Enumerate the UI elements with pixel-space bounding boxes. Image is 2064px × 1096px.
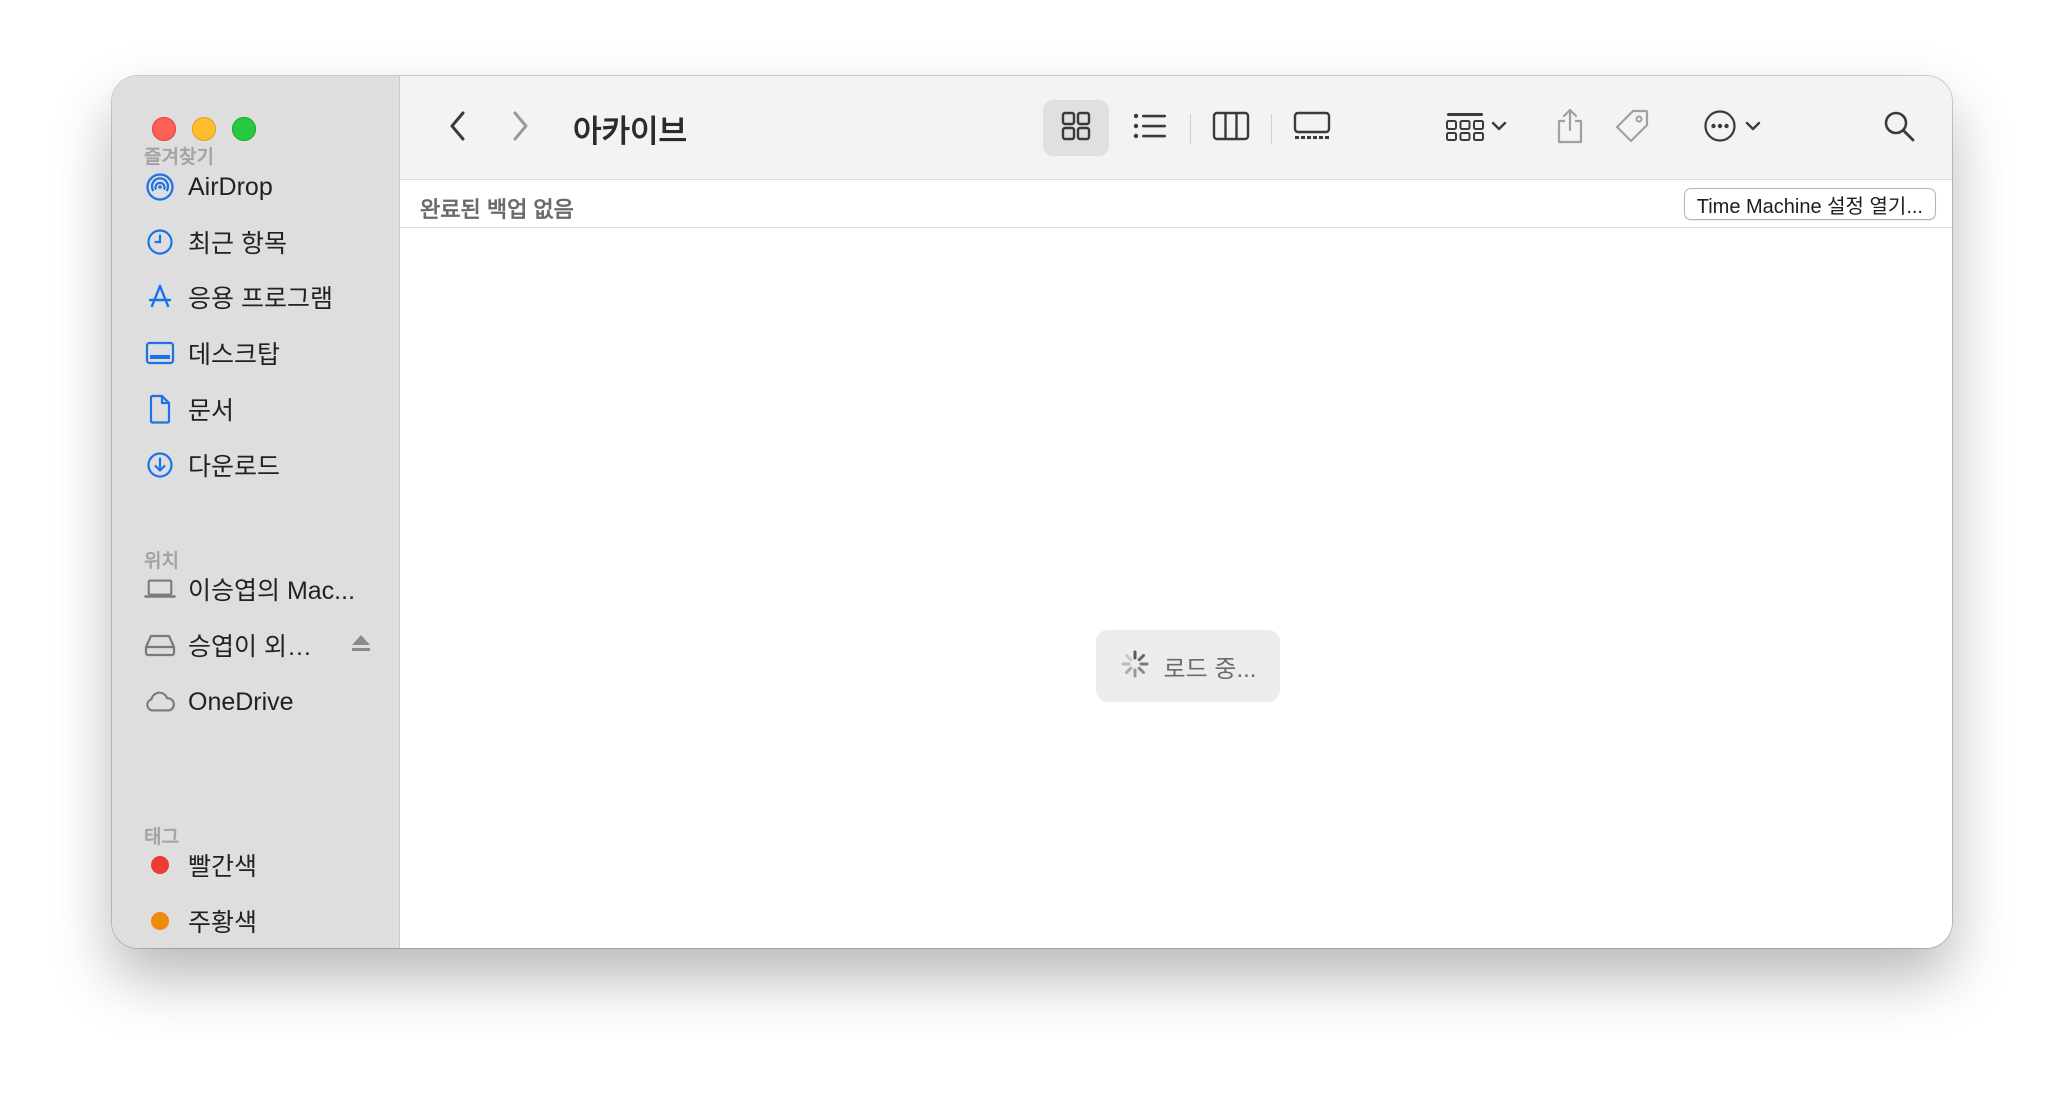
loading-indicator: 로드 중... [1096,630,1280,702]
forward-button[interactable] [500,100,540,156]
sidebar-item-recents[interactable]: 최근 항목 [144,222,384,262]
sidebar-item-onedrive[interactable]: OneDrive [144,682,384,722]
tag-orange-dot [144,905,176,937]
sidebar-item-label: OneDrive [188,687,294,716]
gallery-view-button[interactable] [1279,100,1345,156]
column-view-button[interactable] [1198,100,1264,156]
grid-icon [1060,110,1092,147]
icon-view-button[interactable] [1043,100,1109,156]
file-content-area[interactable]: 로드 중... [400,228,1952,948]
sidebar-item-label: 승엽이 외… [188,633,312,661]
eject-icon[interactable] [350,633,372,658]
sidebar-item-label: 문서 [188,397,235,425]
group-by-button[interactable] [1434,100,1518,156]
list-view-button[interactable] [1117,100,1183,156]
chevron-right-icon [509,109,531,148]
search-icon [1882,109,1916,148]
tag-icon [1614,108,1650,149]
sidebar-item-label: 응용 프로그램 [188,285,333,313]
sidebar-item-label: AirDrop [188,172,273,201]
finder-window: 즐겨찾기 AirDrop 최근 항목 응용 프로그램 데스크탑 문서 다운로드 … [112,76,1952,948]
sidebar-item-label: 다운로드 [188,453,281,481]
toolbar-divider [1271,114,1272,144]
sidebar-item-tag-red[interactable]: 빨간색 [144,845,384,885]
share-button[interactable] [1545,100,1595,156]
open-time-machine-settings-button[interactable]: Time Machine 설정 열기... [1683,188,1936,220]
loading-text: 로드 중... [1163,655,1257,683]
share-icon [1555,107,1585,150]
backup-status-text: 완료된 백업 없음 [420,197,574,222]
spinner-icon [1120,649,1150,684]
sidebar-item-label: 주황색 [188,909,258,937]
minimize-window-button[interactable] [192,117,216,141]
download-icon [144,449,176,481]
backup-info-bar: 완료된 백업 없음 Time Machine 설정 열기... [400,180,1952,228]
sidebar-item-external-drive[interactable]: 승엽이 외… [144,625,384,665]
sidebar-item-label: 빨간색 [188,853,258,881]
sidebar-item-tag-orange[interactable]: 주황색 [144,901,384,941]
toolbar-divider [1190,114,1191,144]
fullscreen-window-button[interactable] [232,117,256,141]
gallery-icon [1293,111,1331,146]
tag-red-dot [144,849,176,881]
document-icon [144,393,176,425]
sidebar-item-label: 최근 항목 [188,230,287,258]
chevron-left-icon [447,109,469,148]
tag-button[interactable] [1604,100,1660,156]
sidebar: 즐겨찾기 AirDrop 최근 항목 응용 프로그램 데스크탑 문서 다운로드 … [112,76,400,948]
applications-icon [144,281,176,313]
sidebar-item-label: 데스크탑 [188,341,281,369]
sidebar-item-label: 이승엽의 Mac... [188,577,356,605]
columns-icon [1212,111,1250,146]
sidebar-item-downloads[interactable]: 다운로드 [144,445,384,485]
more-actions-button[interactable] [1690,100,1774,156]
back-button[interactable] [438,100,478,156]
cloud-icon [144,686,176,718]
search-button[interactable] [1874,100,1924,156]
laptop-icon [144,573,176,605]
airdrop-icon [144,171,176,203]
chevron-down-icon [1491,119,1507,137]
more-icon [1703,109,1737,148]
clock-icon [144,226,176,258]
sidebar-item-airdrop[interactable]: AirDrop [144,167,384,207]
sidebar-item-applications[interactable]: 응용 프로그램 [144,277,384,317]
external-drive-icon [144,629,176,661]
group-icon [1445,110,1485,147]
favorites-header: 즐겨찾기 [144,147,214,168]
toolbar: 아카이브 [400,76,1952,180]
window-title: 아카이브 [573,114,688,149]
close-window-button[interactable] [152,117,176,141]
sidebar-item-documents[interactable]: 문서 [144,389,384,429]
sidebar-item-desktop[interactable]: 데스크탑 [144,333,384,373]
chevron-down-icon [1745,119,1761,137]
list-icon [1132,112,1168,145]
sidebar-item-mac[interactable]: 이승엽의 Mac... [144,569,384,609]
desktop-icon [144,337,176,369]
